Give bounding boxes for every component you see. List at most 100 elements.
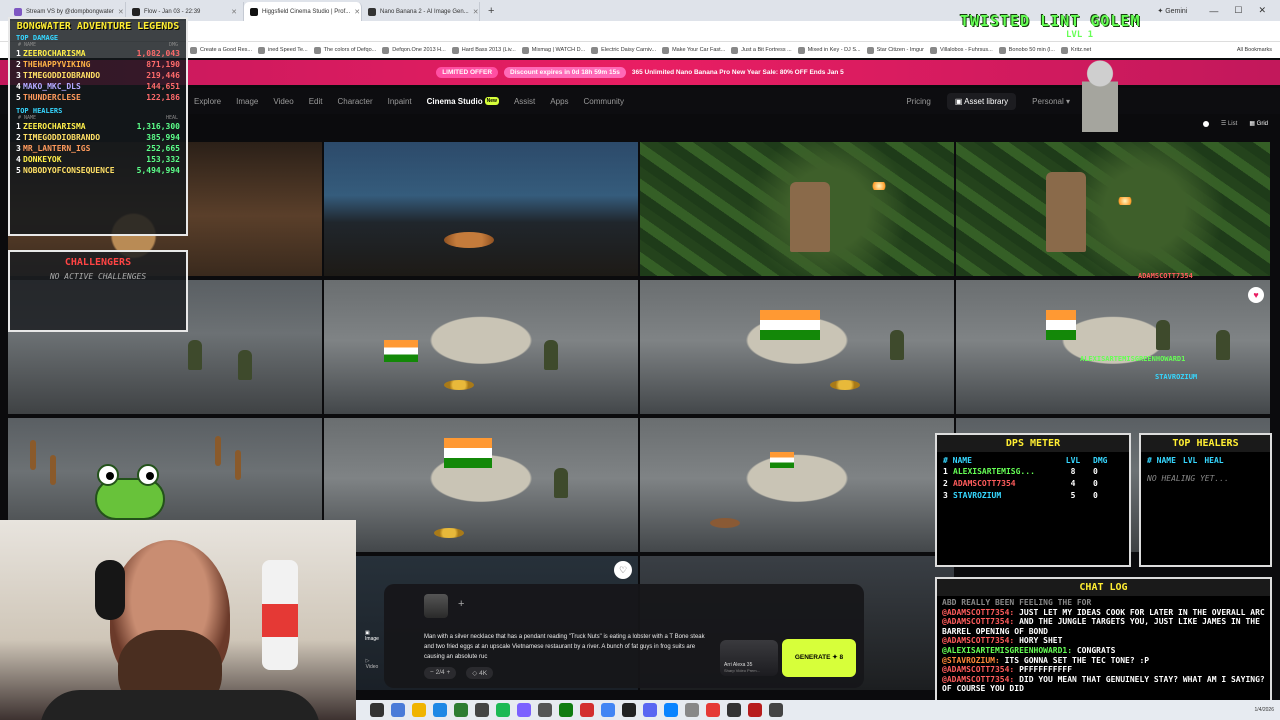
rank: 5 [16, 93, 21, 102]
grid-image[interactable] [324, 418, 638, 552]
grid-image[interactable] [640, 142, 954, 276]
app-icon[interactable] [685, 703, 699, 717]
nav-assist[interactable]: Assist [514, 97, 535, 106]
pricing-link[interactable]: Pricing [906, 97, 930, 106]
nav-inpaint[interactable]: Inpaint [388, 97, 412, 106]
model-sub: Sharp Video Prem... [724, 668, 760, 673]
nav-apps[interactable]: Apps [550, 97, 568, 106]
system-tray-clock[interactable]: 1/4/2026 [1255, 707, 1280, 713]
app-icon[interactable] [769, 703, 783, 717]
list-view-button[interactable]: ☰ List [1221, 120, 1237, 127]
bookmark[interactable]: ined Speed Te... [257, 46, 308, 54]
bookmark[interactable]: Make Your Car Fast... [662, 46, 725, 54]
add-reference-button[interactable]: + [458, 598, 464, 610]
zoom-slider-handle[interactable] [1202, 120, 1209, 127]
app-icon[interactable] [517, 703, 531, 717]
nav-image[interactable]: Image [236, 97, 258, 106]
workspace-select[interactable]: Personal ▾ [1032, 97, 1070, 106]
app-icon[interactable] [727, 703, 741, 717]
like-heart-icon[interactable]: ♡ [614, 561, 632, 579]
close-tab-icon[interactable]: ✕ [231, 8, 237, 16]
xbox-icon[interactable] [559, 703, 573, 717]
spotify-icon[interactable] [496, 703, 510, 717]
close-window-icon[interactable]: ✕ [1258, 5, 1266, 16]
app-icon[interactable] [475, 703, 489, 717]
damage-row: 3 TIMEGODDIOBRANDO 219,446 [10, 70, 186, 81]
new-tab-button[interactable]: + [480, 5, 502, 17]
prompt-input[interactable]: Man with a silver necklace that has a pe… [424, 632, 706, 662]
bookmark-label: Hard Bass 2013 (Liv... [461, 47, 516, 53]
edge-icon[interactable] [433, 703, 447, 717]
bookmark[interactable]: The colors of Defqo... [313, 46, 376, 54]
close-tab-icon[interactable]: ✕ [354, 8, 360, 16]
bookmark[interactable]: Bonobo 50 min (l... [998, 46, 1055, 54]
nav-community[interactable]: Community [584, 97, 624, 106]
grid-image[interactable] [640, 418, 954, 552]
app-icon[interactable] [391, 703, 405, 717]
bookmark[interactable]: Electric Daisy Carniv... [591, 46, 656, 54]
folder-icon[interactable] [412, 703, 426, 717]
app-icon[interactable] [580, 703, 594, 717]
close-tab-icon[interactable]: ✕ [473, 8, 479, 16]
nav-cinema-studio[interactable]: Cinema Studio New [427, 96, 499, 106]
browser-tab[interactable]: Nano Banana 2 - AI Image Gen... ✕ [362, 2, 480, 21]
bookmark[interactable]: Mixed in Key - DJ S... [797, 46, 861, 54]
image-mode-button[interactable]: ▣ Image [365, 630, 379, 642]
nav-character[interactable]: Character [337, 97, 372, 106]
app-icon[interactable] [706, 703, 720, 717]
video-mode-label: Video [365, 664, 379, 670]
challengers-overlay: CHALLENGERS NO ACTIVE CHALLENGES [8, 250, 188, 332]
bookmark[interactable]: Defqon.One 2013 H... [382, 46, 446, 54]
gemini-button[interactable]: ✦ Gemini [1157, 7, 1187, 15]
maximize-icon[interactable]: ☐ [1234, 5, 1242, 16]
grid-image[interactable] [324, 142, 638, 276]
file-explorer-icon[interactable] [370, 703, 384, 717]
damage-row: 2 THEHAPPYVIKING 871,190 [10, 59, 186, 70]
grid-image[interactable] [956, 280, 1270, 414]
chat-text: ITS GONNA SET THE TEC TONE? :P [999, 655, 1150, 665]
soldier [188, 340, 202, 370]
close-tab-icon[interactable]: ✕ [118, 8, 124, 16]
bookmark[interactable]: Just a Bit Fortress ... [731, 46, 792, 54]
cattail [50, 455, 56, 485]
discord-icon[interactable] [643, 703, 657, 717]
player-name: STAVROZIUM [953, 491, 1002, 500]
grid-image[interactable] [324, 280, 638, 414]
generate-button[interactable]: GENERATE ✦ 8 [782, 639, 856, 677]
bookmark[interactable]: Create a Good Res... [190, 46, 252, 54]
rank: 4 [16, 82, 21, 91]
batch-count-stepper[interactable]: − 2/4 + [424, 667, 457, 679]
app-icon[interactable] [664, 703, 678, 717]
grid-image[interactable] [640, 280, 954, 414]
asset-library-button[interactable]: ▣ Asset library [946, 92, 1017, 110]
bookmark[interactable]: Kritz.net [1060, 46, 1091, 54]
browser-tab-active[interactable]: Higgsfield Cinema Studio | Prof... ✕ [244, 2, 362, 21]
muzzle-flash [1116, 197, 1134, 205]
app-icon[interactable] [538, 703, 552, 717]
favorite-heart-icon[interactable]: ♥ [1248, 287, 1264, 303]
chat-message: @ADAMSCOTT7354: DID YOU MEAN THAT GENUIN… [942, 675, 1265, 694]
resolution-select[interactable]: ◇ 4K [466, 667, 494, 679]
bookmark[interactable]: Villalobos - Fuhrsus... [929, 46, 993, 54]
nav-video[interactable]: Video [273, 97, 293, 106]
tab-favicon-icon [250, 7, 258, 16]
grid-image[interactable] [956, 142, 1270, 276]
healer-row: 2 TIMEGODDIOBRANDO 385,994 [10, 132, 186, 143]
app-icon[interactable] [622, 703, 636, 717]
bookmark[interactable]: Mixmag | WATCH D... [521, 46, 585, 54]
app-icon[interactable] [748, 703, 762, 717]
app-icon[interactable] [454, 703, 468, 717]
chat-author: @ADAMSCOTT7354: [942, 636, 1015, 646]
video-mode-button[interactable]: ▷ Video [366, 658, 379, 670]
bookmark[interactable]: Star Citizen - Imgur [866, 46, 924, 54]
bookmark[interactable]: Hard Bass 2013 (Liv... [451, 46, 516, 54]
chrome-icon[interactable] [601, 703, 615, 717]
nav-explore[interactable]: Explore [194, 97, 221, 106]
all-bookmarks-button[interactable]: All Bookmarks [1237, 47, 1280, 53]
player-name: ZEEROCHARISMA [23, 122, 86, 131]
reference-thumbnail[interactable] [424, 594, 448, 618]
minimize-icon[interactable]: — [1209, 6, 1218, 16]
grid-view-button[interactable]: ▦ Grid [1249, 120, 1268, 127]
camera-model-card[interactable]: Arri Alexa 35 Sharp Video Prem... [720, 640, 778, 676]
nav-edit[interactable]: Edit [309, 97, 323, 106]
